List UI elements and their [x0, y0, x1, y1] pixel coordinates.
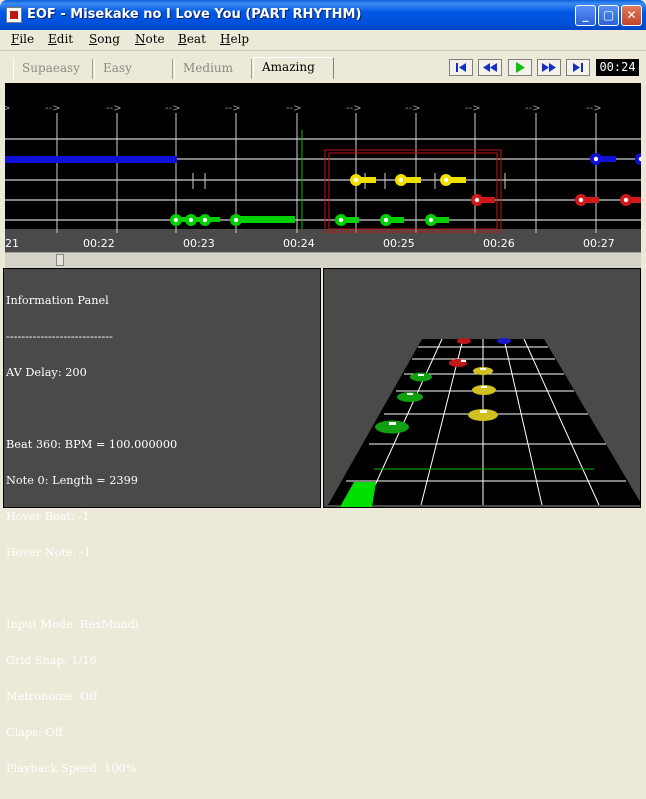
info-beat: Beat 360: BPM = 100.000000	[6, 438, 178, 451]
beat-arrow: -->	[165, 103, 181, 114]
beat-arrow: -->	[525, 103, 541, 114]
rewind-icon	[483, 63, 497, 72]
note-gem-center	[383, 217, 389, 223]
beat-arrow: -->	[286, 103, 302, 114]
note-gem-center	[593, 156, 599, 162]
timeline-label: 00:25	[383, 237, 415, 250]
green-gem	[410, 372, 432, 382]
window-title: EOF - Misekake no I Love You (PART RHYTH…	[27, 7, 362, 22]
fretboard-preview	[323, 268, 641, 508]
info-title: Information Panel	[6, 294, 109, 307]
menu-beat[interactable]: Beat	[178, 32, 206, 46]
beat-arrow: -->	[405, 103, 421, 114]
info-av-delay: AV Delay: 200	[6, 366, 87, 379]
timeline-label: 00:27	[583, 237, 615, 250]
menu-help[interactable]: Help	[220, 32, 249, 46]
information-panel: Information Panel ----------------------…	[3, 268, 321, 775]
menu-song[interactable]: Song	[89, 32, 120, 46]
note-gem-center	[338, 217, 344, 223]
beat-arrow: -->	[225, 103, 241, 114]
note-gem-center	[188, 217, 194, 223]
beat-arrow: -->	[5, 103, 11, 114]
tab-medium[interactable]: Medium	[174, 59, 252, 79]
note-gem-center	[474, 197, 480, 203]
forward-to-end-button[interactable]	[566, 59, 590, 76]
menu-note[interactable]: Note	[135, 32, 165, 46]
note-gem-center	[233, 217, 239, 223]
fast-forward-icon	[542, 63, 556, 72]
info-note: Note 0: Length = 2399	[6, 474, 138, 487]
note-gem-center	[623, 197, 629, 203]
scrollbar-thumb[interactable]	[56, 254, 64, 266]
note-gem-center	[173, 217, 179, 223]
piano-roll[interactable]: --> --> --> --> --> --> --> --> --> --> --> 21 00:2…	[5, 83, 641, 253]
timeline-label: 21	[5, 237, 19, 250]
app-icon	[6, 7, 22, 23]
info-metronome: Metronome: Off	[6, 690, 98, 703]
beat-arrow: -->	[106, 103, 122, 114]
app-window: EOF - Misekake no I Love You (PART RHYTH…	[0, 0, 646, 775]
time-display: 00:24	[596, 59, 639, 76]
tab-easy[interactable]: Easy	[94, 59, 173, 79]
minimize-button[interactable]: _	[575, 5, 596, 26]
info-divider: ----------------------------	[6, 330, 113, 343]
timeline-label: 00:22	[83, 237, 115, 250]
play-icon	[516, 62, 525, 73]
note-gem-center	[443, 177, 449, 183]
fast-forward-button[interactable]	[537, 59, 561, 76]
note-gem-center	[578, 197, 584, 203]
skip-back-icon	[456, 63, 466, 72]
play-button[interactable]	[508, 59, 532, 76]
fretboard-3d	[328, 338, 640, 507]
blue-gem	[497, 338, 511, 344]
timeline-label: 00:26	[483, 237, 515, 250]
menu-file[interactable]: File	[11, 32, 34, 46]
info-grid-snap: Grid Snap: 1/16	[6, 654, 97, 667]
blue-sustain	[5, 156, 177, 163]
menu-edit[interactable]: Edit	[48, 32, 73, 46]
menu-bar: File Edit Song Note Beat Help	[0, 30, 646, 51]
note-editor[interactable]: --> --> --> --> --> --> --> --> --> --> --> 21 00:2…	[5, 83, 641, 253]
maximize-button[interactable]: ▢	[598, 5, 619, 26]
info-input-mode: Input Mode: RexMundi	[6, 618, 139, 631]
red-gem	[457, 338, 471, 344]
note-gem-center	[353, 177, 359, 183]
note-gem-center	[202, 217, 208, 223]
beat-arrow: -->	[586, 103, 602, 114]
title-bar[interactable]: EOF - Misekake no I Love You (PART RHYTH…	[0, 0, 646, 30]
timeline-label: 00:24	[283, 237, 315, 250]
info-claps: Claps: Off	[6, 726, 63, 739]
green-sustain	[235, 216, 295, 223]
rewind-to-start-button[interactable]	[449, 59, 473, 76]
beat-arrow: -->	[465, 103, 481, 114]
info-hover-note: Hover Note: -1	[6, 546, 92, 559]
beat-arrow: -->	[346, 103, 362, 114]
note-gem-center	[428, 217, 434, 223]
info-hover-beat: Hover Beat: -1	[6, 510, 90, 523]
tab-amazing[interactable]: Amazing	[253, 57, 334, 79]
note-gem-center	[398, 177, 404, 183]
fretboard	[328, 339, 640, 505]
info-playback-speed: Playback Speed: 100%	[6, 762, 137, 775]
skip-forward-icon	[573, 63, 583, 72]
tab-supaeasy[interactable]: Supaeasy	[13, 59, 93, 79]
close-button[interactable]: ✕	[621, 5, 642, 26]
timeline-scrollbar[interactable]	[5, 252, 641, 268]
rewind-button[interactable]	[478, 59, 502, 76]
beat-arrow: -->	[45, 103, 61, 114]
timeline-label: 00:23	[183, 237, 215, 250]
